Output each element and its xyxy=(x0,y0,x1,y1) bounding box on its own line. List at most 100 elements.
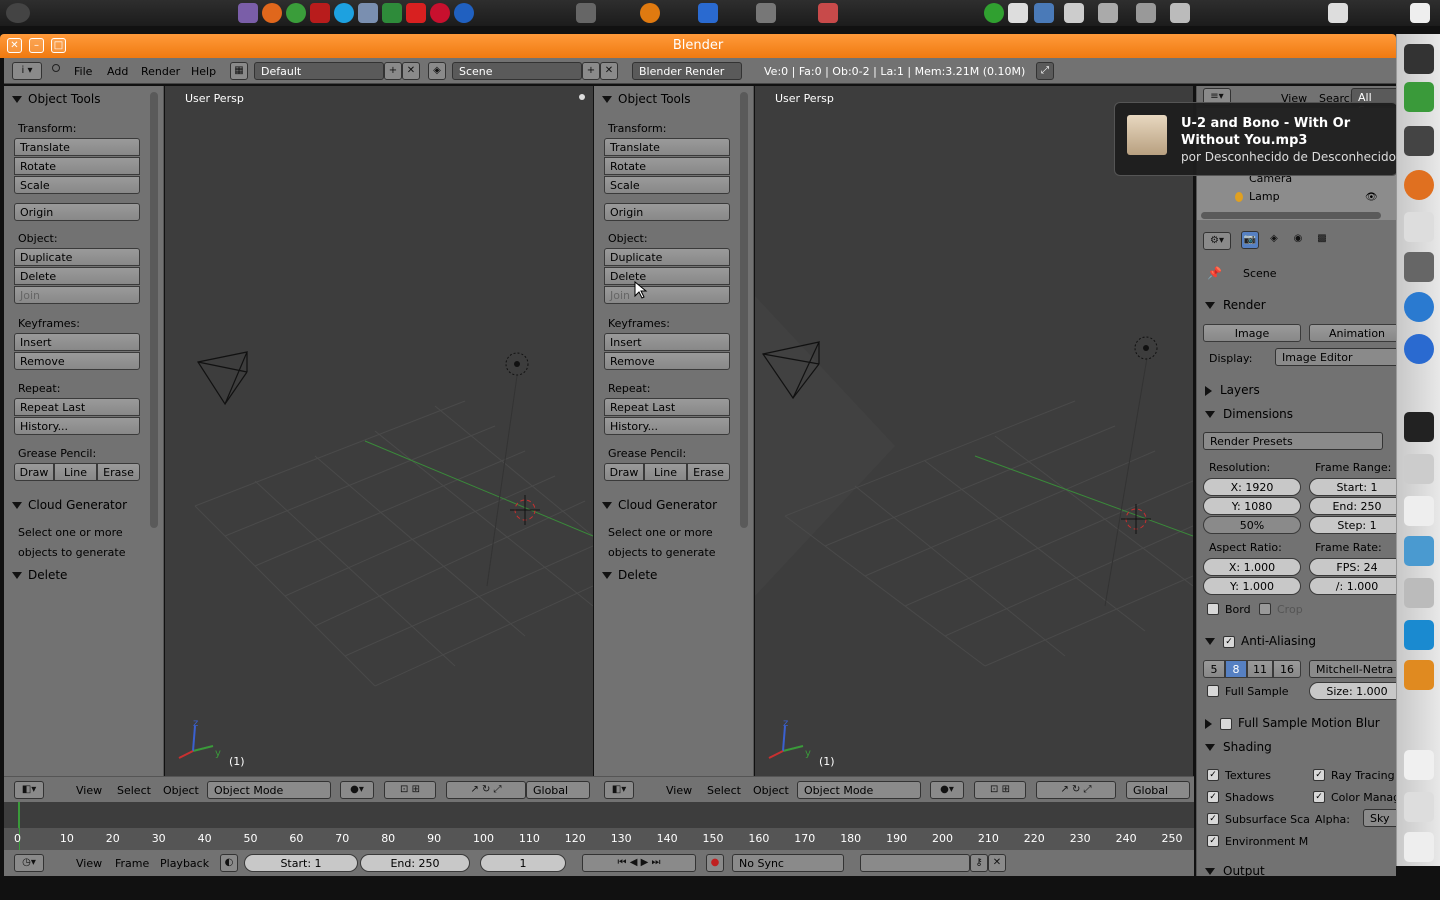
app-icon[interactable] xyxy=(310,3,330,23)
menu-view[interactable]: View xyxy=(76,857,102,870)
texture-tab-icon[interactable]: ▩ xyxy=(1313,231,1331,249)
origin-button[interactable]: Origin xyxy=(604,203,730,221)
inkscape-icon[interactable] xyxy=(1404,44,1434,74)
anti-aliasing-panel-header[interactable]: ✓ Anti-Aliasing xyxy=(1205,634,1316,648)
pivot-icon[interactable]: ⊡ ⊞ xyxy=(974,781,1026,799)
timeline[interactable]: 0 10 20 30 40 50 60 70 80 90 100 110 120 130 140 150 160… xyxy=(4,802,1194,850)
network-icon[interactable] xyxy=(1034,3,1054,23)
join-button[interactable]: Join xyxy=(604,286,730,304)
download-icon[interactable] xyxy=(1404,620,1434,650)
drop-icon[interactable] xyxy=(698,3,718,23)
app-2-icon[interactable] xyxy=(1404,792,1434,822)
orientation-select[interactable]: Global xyxy=(1126,781,1190,799)
pin-icon[interactable]: 📌 xyxy=(1207,266,1222,280)
screen-layout-field[interactable]: Default xyxy=(254,62,384,80)
menu-render[interactable]: Render xyxy=(141,65,180,78)
workspaces-icon[interactable] xyxy=(1404,412,1434,442)
fullscreen-icon[interactable]: ⤢ xyxy=(1036,62,1054,80)
app-icon[interactable] xyxy=(1404,82,1434,112)
menu-playback[interactable]: Playback xyxy=(160,857,209,870)
add-layout-icon[interactable]: + xyxy=(384,62,402,80)
help-icon[interactable] xyxy=(1404,334,1434,364)
repeat-last-button[interactable]: Repeat Last xyxy=(14,398,140,416)
dimensions-panel-header[interactable]: Dimensions xyxy=(1205,407,1293,421)
screenshot-icon[interactable] xyxy=(1404,454,1434,484)
insert-button[interactable]: Insert xyxy=(14,333,140,351)
opera-icon[interactable] xyxy=(430,3,450,23)
aa-5-button[interactable]: 5 xyxy=(1203,660,1225,678)
manipulator-icon[interactable]: ↗ ↻ ⤢ xyxy=(446,781,526,799)
textures-checkbox[interactable]: ✓ xyxy=(1207,769,1219,781)
render-panel-header[interactable]: Render xyxy=(1205,298,1266,312)
chat-icon[interactable] xyxy=(1404,292,1434,322)
frame-start-field[interactable]: Start: 1 xyxy=(1309,478,1396,496)
display-select[interactable]: Image Editor xyxy=(1275,348,1396,366)
translate-button[interactable]: Translate xyxy=(604,138,730,156)
properties-type-icon[interactable]: ⚙▾ xyxy=(1203,232,1231,250)
tool-icon[interactable] xyxy=(576,3,596,23)
filter-size-field[interactable]: Size: 1.000 xyxy=(1309,682,1396,700)
anti-aliasing-checkbox[interactable]: ✓ xyxy=(1223,635,1235,648)
menu-object[interactable]: Object xyxy=(163,784,199,797)
scale-button[interactable]: Scale xyxy=(14,176,140,194)
cloud-generator-header[interactable]: Cloud Generator xyxy=(12,498,127,516)
aspect-y-field[interactable]: Y: 1.000 xyxy=(1203,577,1301,595)
key-remove-icon[interactable]: ✕ xyxy=(988,854,1006,872)
mode-select[interactable]: Object Mode xyxy=(207,781,331,799)
notification-popup[interactable]: U-2 and Bono - With Or Without You.mp3 p… xyxy=(1114,102,1398,176)
resolution-y-field[interactable]: Y: 1080 xyxy=(1203,497,1301,515)
menu-select[interactable]: Select xyxy=(117,784,151,797)
object-tools-header[interactable]: Object Tools xyxy=(12,92,100,110)
line-button[interactable]: Line xyxy=(644,463,687,481)
outliner-lamp[interactable]: Lamp xyxy=(1249,190,1280,203)
history-button[interactable]: History... xyxy=(14,417,140,435)
alpha-select[interactable]: Sky xyxy=(1363,809,1396,827)
draw-button[interactable]: Draw xyxy=(604,463,644,481)
render-tab-icon[interactable]: 📷 xyxy=(1241,231,1259,249)
shading-icon[interactable]: ●▾ xyxy=(340,781,374,799)
editor-type-icon[interactable]: i ▾ xyxy=(12,62,42,80)
orientation-select[interactable]: Global xyxy=(526,781,590,799)
rotate-button[interactable]: Rotate xyxy=(604,157,730,175)
system-menu-icon[interactable] xyxy=(6,3,30,23)
keying-icon[interactable]: ◐ xyxy=(220,854,238,872)
duplicate-button[interactable]: Duplicate xyxy=(604,248,730,266)
screen-layout-icon[interactable]: ▦ xyxy=(230,62,248,80)
aa-filter-select[interactable]: Mitchell-Netra xyxy=(1309,660,1396,678)
translate-button[interactable]: Translate xyxy=(14,138,140,156)
earth-icon[interactable] xyxy=(454,3,474,23)
folder-icon[interactable] xyxy=(1404,660,1434,690)
disk-icon[interactable] xyxy=(1064,3,1084,23)
current-frame-field[interactable]: 1 xyxy=(480,854,566,872)
duplicate-button[interactable]: Duplicate xyxy=(14,248,140,266)
power-icon[interactable] xyxy=(1410,3,1430,23)
chrome-icon[interactable] xyxy=(286,3,306,23)
music-icon[interactable] xyxy=(382,3,402,23)
aa-11-button[interactable]: 11 xyxy=(1247,660,1273,678)
remove-button[interactable]: Remove xyxy=(14,352,140,370)
gimp-icon[interactable] xyxy=(1404,252,1434,282)
update-icon[interactable] xyxy=(984,3,1004,23)
repeat-last-button[interactable]: Repeat Last xyxy=(604,398,730,416)
workspace-icon[interactable] xyxy=(1328,3,1348,23)
color-management-checkbox[interactable]: ✓ xyxy=(1313,791,1325,803)
keying-set-field[interactable] xyxy=(860,854,970,872)
aspect-x-field[interactable]: X: 1.000 xyxy=(1203,558,1301,576)
frame-step-field[interactable]: Step: 1 xyxy=(1309,516,1396,534)
resolution-x-field[interactable]: X: 1920 xyxy=(1203,478,1301,496)
document-icon[interactable] xyxy=(1404,496,1434,526)
rotate-button[interactable]: Rotate xyxy=(14,157,140,175)
menu-object[interactable]: Object xyxy=(753,784,789,797)
mode-select[interactable]: Object Mode xyxy=(797,781,921,799)
end-frame-field[interactable]: End: 250 xyxy=(360,854,470,872)
crop-checkbox[interactable] xyxy=(1259,603,1271,615)
insert-button[interactable]: Insert xyxy=(604,333,730,351)
remove-layout-icon[interactable]: ✕ xyxy=(402,62,420,80)
render-image-button[interactable]: Image xyxy=(1203,324,1301,342)
shading-panel-header[interactable]: Shading xyxy=(1205,740,1272,754)
skype-icon[interactable] xyxy=(334,3,354,23)
fps-field[interactable]: FPS: 24 xyxy=(1309,558,1396,576)
subsurface-checkbox[interactable]: ✓ xyxy=(1207,813,1219,825)
record-icon[interactable]: ● xyxy=(706,854,724,872)
calendar-icon[interactable] xyxy=(1404,212,1434,242)
